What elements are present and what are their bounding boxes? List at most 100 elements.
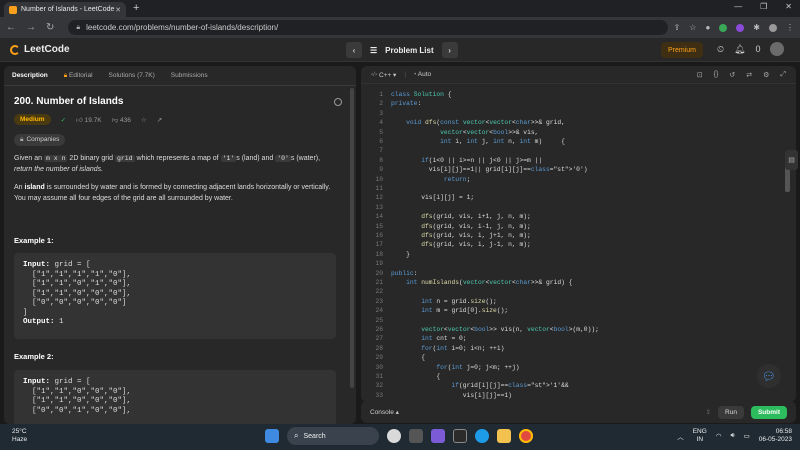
code-line[interactable]: int i, int j, int n, int m) {	[391, 138, 565, 145]
code-line[interactable]: vis[i][j] = 1;	[391, 194, 474, 201]
run-button[interactable]: Run	[718, 405, 744, 419]
chat-bubble-icon[interactable]: 💬︎	[757, 364, 781, 388]
forward-icon[interactable]: →	[26, 22, 36, 33]
menu-kebab-icon[interactable]: ⋮	[786, 23, 794, 32]
wifi-icon[interactable]: ◠	[716, 432, 722, 440]
code-line[interactable]: {	[391, 373, 440, 380]
code-line[interactable]: dfs(grid, vis, i+1, j, n, m);	[391, 213, 531, 220]
extension-icon[interactable]	[736, 23, 745, 32]
chrome-icon[interactable]	[519, 429, 533, 443]
code-line[interactable]: int cnt = 0;	[391, 335, 466, 342]
code-line[interactable]: if(i<0 || i>=n || j<0 || j>=m ||	[391, 157, 542, 164]
tab-submissions[interactable]: Submissions	[171, 72, 208, 79]
minimize-button[interactable]: —	[734, 2, 742, 11]
companies-tag[interactable]: 🔒︎ Companies	[14, 134, 66, 146]
windows-start-icon[interactable]	[265, 429, 279, 443]
code-line[interactable]: int m = grid[0].size();	[391, 307, 508, 314]
new-tab-button[interactable]: +	[133, 2, 139, 14]
line-number: 19	[375, 260, 383, 268]
code-line[interactable]: for(int i=0; i<n; ++i)	[391, 345, 504, 352]
battery-icon[interactable]: ▭	[744, 432, 750, 440]
settings-icon[interactable]: ⚙	[763, 71, 769, 79]
fullscreen-icon[interactable]: ⤢	[780, 71, 786, 79]
code-line[interactable]: int n = grid.size();	[391, 298, 497, 305]
code-line[interactable]: for(int j=0; j<m; ++j)	[391, 364, 519, 371]
maximize-button[interactable]: ❐	[760, 2, 767, 11]
code-area[interactable]: 1 class Solution {2 private: 3 4 void dfs(co…	[361, 88, 781, 399]
notification-count: 0	[755, 44, 761, 54]
leetcode-logo[interactable]: LeetCode	[10, 44, 70, 55]
prev-problem-button[interactable]: ‹	[346, 42, 362, 58]
tab-editorial[interactable]: 🔒︎ Editorial	[64, 72, 93, 80]
code-line[interactable]: if(grid[i][j]==class="st">'1'&&	[391, 382, 568, 389]
language-select[interactable]: C++ ▾	[379, 71, 396, 79]
teams-icon[interactable]	[431, 429, 445, 443]
bookmark-icon[interactable]: ⊡	[697, 71, 703, 79]
code-line[interactable]: void dfs(const vector<vector<char>>& gri…	[391, 119, 565, 126]
edge-icon[interactable]	[475, 429, 489, 443]
share-icon[interactable]: ↗	[157, 116, 162, 124]
shortcut-icon[interactable]: ⇄	[746, 71, 752, 79]
timer-icon[interactable]: ⏲	[717, 44, 724, 55]
favorite-star-icon[interactable]: ☆	[141, 116, 147, 124]
weather-widget[interactable]: 25°C Haze	[12, 428, 27, 444]
premium-button[interactable]: Premium	[661, 42, 704, 58]
chevron-up-icon[interactable]: ︿	[677, 431, 684, 441]
code-line[interactable]: vis[i][j]==1|| grid[i][j]==class="st">'0…	[391, 166, 588, 173]
code-line[interactable]: int numIslands(vector<vector<char>>& gri…	[391, 279, 572, 286]
widgets-icon[interactable]	[387, 429, 401, 443]
line-number: 6	[379, 138, 383, 145]
description-scrollbar[interactable]	[350, 88, 354, 388]
bookmark-star-icon[interactable]: ☆	[689, 23, 696, 32]
extension-icon[interactable]	[719, 23, 728, 32]
notification-icon[interactable]: 🔔︎	[734, 44, 745, 55]
side-panel-icon[interactable]: ▤	[785, 150, 798, 170]
tab-close-icon[interactable]: ✕	[115, 6, 121, 14]
back-icon[interactable]: ←	[6, 22, 16, 33]
code-line[interactable]: {	[391, 354, 425, 361]
code-line[interactable]: vector<vector<bool>>& vis,	[391, 129, 538, 136]
line-number: 13	[375, 203, 383, 211]
code-line[interactable]: vector<vector<bool>> vis(n, vector<bool>…	[391, 326, 599, 333]
info-icon[interactable]	[334, 98, 342, 106]
browser-tab[interactable]: Number of Islands - LeetCode ✕	[4, 2, 126, 17]
share-icon[interactable]: ⇪	[674, 23, 681, 32]
mic-icon[interactable]: ●	[705, 23, 710, 32]
autocomplete-toggle[interactable]: • Auto	[414, 71, 431, 78]
clock[interactable]: 06:58 06-05-2023	[759, 428, 792, 444]
profile-avatar[interactable]	[769, 23, 777, 32]
tab-description[interactable]: Description	[12, 72, 48, 79]
reload-icon[interactable]: ↻	[46, 22, 54, 33]
next-problem-button[interactable]: ›	[441, 42, 458, 58]
store-icon[interactable]	[453, 429, 467, 443]
lock-icon: 🔒︎	[76, 23, 81, 31]
problem-list-link[interactable]: Problem List	[385, 46, 433, 55]
braces-icon[interactable]: {}	[714, 71, 719, 79]
task-view-icon[interactable]	[409, 429, 423, 443]
reset-icon[interactable]: ↺	[729, 71, 735, 79]
console-toggle[interactable]: Console ▴	[370, 408, 399, 416]
code-line[interactable]: class Solution {	[391, 91, 451, 98]
code-line[interactable]: private:	[391, 100, 421, 107]
code-line[interactable]: vis[i][j]==1)	[391, 392, 512, 399]
submit-button[interactable]: Submit	[750, 405, 787, 419]
code-line[interactable]: dfs(grid, vis, i-1, j, n, m);	[391, 223, 531, 230]
file-explorer-icon[interactable]	[497, 429, 511, 443]
code-line[interactable]: public:	[391, 270, 417, 277]
language-indicator[interactable]: ENG IN	[693, 428, 707, 444]
code-line[interactable]: dfs(grid, vis, i, j+1, n, m);	[391, 232, 531, 239]
taskbar-search[interactable]: ⌕ Search	[287, 427, 379, 445]
puzzle-icon[interactable]: ✱	[753, 23, 760, 32]
code-line[interactable]: dfs(grid, vis, i, j-1, n, m);	[391, 241, 531, 248]
tab-solutions[interactable]: Solutions (7.7K)	[109, 72, 155, 79]
url-field[interactable]: 🔒︎ leetcode.com/problems/number-of-islan…	[68, 20, 669, 35]
editor-toolbar: ‹/› C++ ▾ | • Auto ⊡ {} ↺ ⇄ ⚙ ⤢	[361, 66, 796, 84]
close-window-button[interactable]: ✕	[785, 2, 792, 11]
upload-icon[interactable]: ⇪	[706, 408, 711, 416]
dislike-button[interactable]: 👎︎ 436	[112, 116, 131, 124]
user-avatar[interactable]	[770, 42, 785, 56]
like-button[interactable]: 👍︎ 19.7K	[76, 116, 102, 124]
code-line[interactable]: }	[391, 251, 410, 258]
volume-icon[interactable]: 🔊︎	[730, 432, 734, 440]
code-line[interactable]: return;	[391, 176, 470, 183]
